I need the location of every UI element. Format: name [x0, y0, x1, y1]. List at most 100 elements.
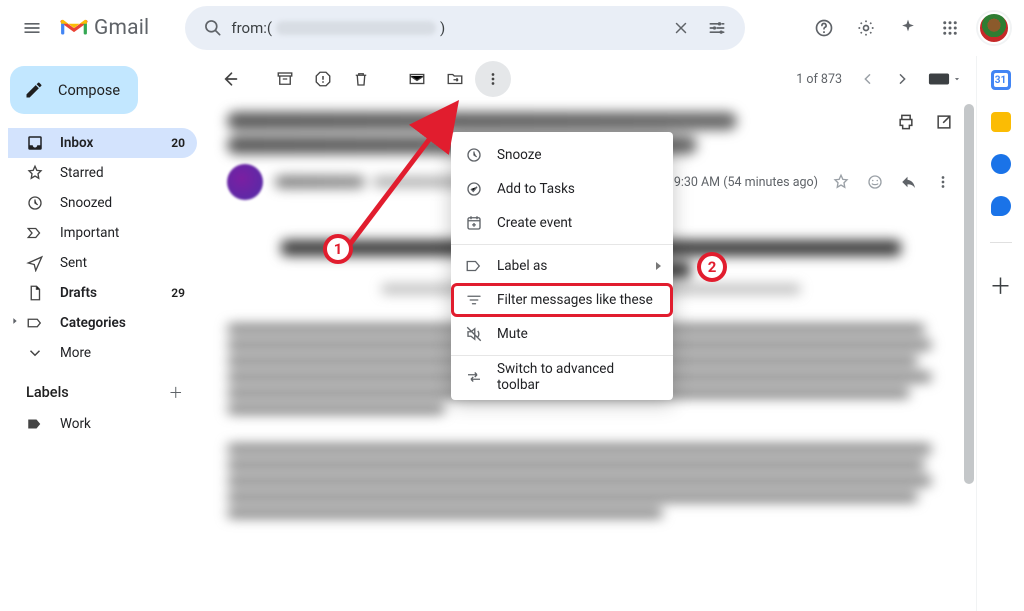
keyboard-icon — [928, 72, 950, 86]
sidebar: Compose Inbox 20 Starred Snoozed Importa… — [0, 56, 205, 611]
side-contacts-button[interactable] — [991, 196, 1011, 216]
back-button[interactable] — [211, 61, 247, 97]
chevron-left-icon — [860, 71, 876, 87]
folder-move-icon — [446, 70, 464, 88]
labels-heading: Labels ＋ — [8, 368, 197, 409]
side-calendar-button[interactable]: 31 — [991, 70, 1011, 90]
account-avatar[interactable] — [978, 12, 1010, 44]
header-actions — [804, 8, 1010, 48]
trash-icon — [352, 70, 370, 88]
archive-button[interactable] — [267, 61, 303, 97]
apps-grid-icon — [941, 19, 959, 37]
gmail-logo[interactable]: Gmail — [60, 16, 149, 40]
add-label-button[interactable]: ＋ — [169, 382, 184, 403]
input-tools-button[interactable] — [928, 72, 962, 86]
swap-icon — [465, 368, 483, 386]
sidebar-item-important[interactable]: Important — [8, 218, 197, 248]
sidebar-item-inbox[interactable]: Inbox 20 — [8, 128, 197, 158]
archive-icon — [276, 70, 294, 88]
sidebar-label-work[interactable]: Work — [8, 409, 197, 439]
message-toolbar: 1 of 873 — [205, 56, 976, 102]
pencil-icon — [24, 80, 44, 100]
chevron-right-icon — [894, 71, 910, 87]
side-addons-button[interactable]: ＋ — [989, 269, 1011, 301]
clear-search-button[interactable] — [663, 19, 699, 37]
label-outline-icon — [465, 257, 483, 275]
main-menu-button[interactable] — [12, 8, 52, 48]
newer-button[interactable] — [854, 65, 882, 93]
contacts-icon — [991, 196, 1011, 216]
keep-icon — [991, 112, 1011, 132]
sender-avatar[interactable] — [227, 164, 263, 200]
sidebar-item-starred[interactable]: Starred — [8, 158, 197, 188]
inbox-icon — [26, 134, 44, 152]
message-more-button[interactable] — [934, 173, 954, 191]
menu-item-label-as[interactable]: Label as — [451, 249, 673, 283]
smile-icon — [866, 173, 884, 191]
menu-item-snooze[interactable]: Snooze — [451, 138, 673, 172]
plus-icon: ＋ — [989, 275, 1011, 300]
side-panel: 31 ＋ — [976, 56, 1024, 611]
more-menu: Snooze Add to Tasks Create event Label a… — [451, 132, 673, 400]
mark-unread-button[interactable] — [399, 61, 435, 97]
message-time: 9:30 AM (54 minutes ago) — [674, 175, 818, 190]
star-button[interactable] — [832, 173, 852, 191]
page-info: 1 of 873 — [790, 72, 848, 87]
caret-right-icon — [10, 316, 20, 326]
clock-icon — [465, 146, 483, 164]
hamburger-icon — [22, 18, 42, 38]
settings-button[interactable] — [846, 8, 886, 48]
sidebar-item-drafts[interactable]: Drafts 29 — [8, 278, 197, 308]
compose-button[interactable]: Compose — [10, 66, 138, 114]
chevron-down-icon — [26, 344, 44, 362]
sidebar-item-snoozed[interactable]: Snoozed — [8, 188, 197, 218]
support-button[interactable] — [804, 8, 844, 48]
sidebar-item-sent[interactable]: Sent — [8, 248, 197, 278]
search-redacted — [276, 21, 436, 35]
menu-item-add-to-tasks[interactable]: Add to Tasks — [451, 172, 673, 206]
spam-icon — [314, 70, 332, 88]
categories-icon — [26, 314, 44, 332]
menu-item-create-event[interactable]: Create event — [451, 206, 673, 240]
message-view: 9:30 AM (54 minutes ago) — [205, 102, 976, 518]
menu-item-filter-messages-like-these[interactable]: Filter messages like these — [451, 283, 673, 317]
delete-button[interactable] — [343, 61, 379, 97]
reply-button[interactable] — [900, 173, 920, 191]
gmail-m-icon — [60, 17, 88, 39]
gmail-wordmark: Gmail — [94, 16, 149, 40]
more-button[interactable] — [475, 61, 511, 97]
sidebar-item-categories[interactable]: Categories — [8, 308, 197, 338]
sparkle-icon — [898, 18, 918, 38]
send-icon — [26, 254, 44, 272]
compose-label: Compose — [58, 82, 120, 99]
more-vert-icon — [934, 173, 952, 191]
older-button[interactable] — [888, 65, 916, 93]
report-spam-button[interactable] — [305, 61, 341, 97]
react-button[interactable] — [866, 173, 886, 191]
search-options-button[interactable] — [699, 18, 735, 38]
calendar-add-icon — [465, 214, 483, 232]
scrollbar[interactable] — [964, 104, 974, 484]
sidebar-item-more[interactable]: More — [8, 338, 197, 368]
help-icon — [814, 18, 834, 38]
gemini-button[interactable] — [888, 8, 928, 48]
gear-icon — [856, 18, 876, 38]
search-bar[interactable]: from:( ) — [185, 6, 745, 50]
search-icon — [195, 18, 231, 38]
draft-icon — [26, 284, 44, 302]
move-to-button[interactable] — [437, 61, 473, 97]
star-outline-icon — [832, 173, 850, 191]
menu-item-mute[interactable]: Mute — [451, 317, 673, 351]
tune-icon — [707, 18, 727, 38]
calendar-icon: 31 — [991, 70, 1011, 90]
filter-icon — [465, 291, 483, 309]
clock-icon — [26, 194, 44, 212]
google-apps-button[interactable] — [930, 8, 970, 48]
side-keep-button[interactable] — [991, 112, 1011, 132]
main-pane: 1 of 873 — [205, 56, 976, 611]
mail-unread-icon — [408, 70, 426, 88]
task-add-icon — [465, 180, 483, 198]
side-tasks-button[interactable] — [991, 154, 1011, 174]
arrow-left-icon — [219, 69, 239, 89]
menu-item-advanced-toolbar[interactable]: Switch to advanced toolbar — [451, 360, 673, 394]
